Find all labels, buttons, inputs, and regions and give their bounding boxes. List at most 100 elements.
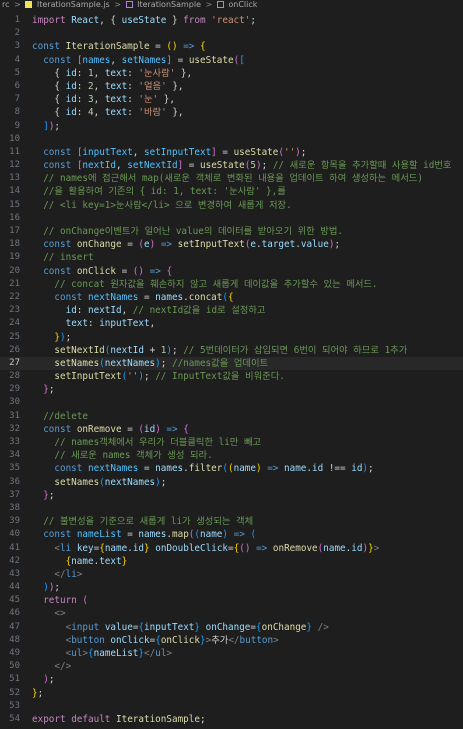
code-line[interactable]: 28 setInputText(''); // InputText값을 비워준다…	[0, 370, 463, 383]
code-line[interactable]: 32 const onRemove = (id) => {	[0, 423, 463, 436]
code-line[interactable]: 53	[0, 700, 463, 713]
code-line[interactable]: 22 const nextNames = names.concat({	[0, 291, 463, 304]
breadcrumb-method[interactable]: onClick	[228, 0, 257, 9]
code-text: <li key={name.id} onDoubleClick={() => o…	[32, 542, 379, 555]
code-line[interactable]: 12 const [nextId, setNextId] = useState(…	[0, 159, 463, 172]
code-line[interactable]: 14 //을 활용하여 기존의 { id: 1, text: '눈사람' },를	[0, 185, 463, 198]
code-line[interactable]: 3 const IterationSample = () => {	[0, 40, 463, 53]
code-line[interactable]: 52};	[0, 687, 463, 700]
code-line[interactable]: 38	[0, 502, 463, 515]
code-line[interactable]: 1 import React, { useState } from 'react'…	[0, 14, 463, 27]
breadcrumb-folder[interactable]: rc	[2, 0, 10, 9]
code-line[interactable]: 21 // concat 원자값을 훼손하지 않고 새롭게 데이값을 추가할수 …	[0, 278, 463, 291]
code-token: // onChange이벤트가 일어난 value의 데이터를 받아오기 위한 …	[43, 226, 344, 237]
code-text: <>	[32, 607, 65, 620]
code-line[interactable]: 26 setNextId(nextId + 1); // 5번데이터가 삽입되면…	[0, 344, 463, 357]
code-line[interactable]: 50 </>	[0, 660, 463, 673]
code-line[interactable]: 35 const nextNames = names.filter((name)…	[0, 462, 463, 475]
code-line[interactable]: 2	[0, 27, 463, 40]
code-line[interactable]: 25 });	[0, 331, 463, 344]
code-line[interactable]: 46 <>	[0, 607, 463, 620]
code-line[interactable]: 15 // <li key=1>눈사람</li> 으로 변경하여 새롭게 저장.	[0, 199, 463, 212]
code-line[interactable]: 19 // insert	[0, 251, 463, 264]
code-line[interactable]: 41 <li key={name.id} onDoubleClick={() =…	[0, 542, 463, 555]
code-token: {	[32, 107, 66, 119]
code-token: =>	[166, 423, 178, 435]
code-line[interactable]: 44 ));	[0, 581, 463, 594]
code-line[interactable]: 36 setNames(nextNames);	[0, 476, 463, 489]
code-line[interactable]: 24 text: inputText,	[0, 317, 463, 330]
code-line[interactable]: 39 // 불변성을 기준으로 새롭게 li가 생성되는 객체	[0, 515, 463, 528]
code-token: {	[227, 291, 234, 303]
code-text: });	[32, 331, 71, 344]
code-token: :	[127, 94, 139, 106]
breadcrumb-symbol[interactable]: IterationSample	[137, 0, 201, 9]
symbol-function-icon	[125, 1, 133, 8]
code-line[interactable]: 47 <input value={inputText} onChange={on…	[0, 621, 463, 634]
code-line[interactable]: 20 const onClick = () => {	[0, 265, 463, 278]
code-token: },	[166, 80, 184, 92]
code-line[interactable]: 31 //delete	[0, 410, 463, 423]
code-token: nextNames	[88, 463, 139, 475]
code-line[interactable]: 5 { id: 1, text: '눈사람' },	[0, 67, 463, 80]
code-line[interactable]: 37 };	[0, 489, 463, 502]
code-line[interactable]: 42 {name.text}	[0, 555, 463, 568]
code-token: onChange	[261, 621, 307, 633]
code-text: // 불변성을 기준으로 새롭게 li가 생성되는 객체	[32, 515, 253, 528]
code-line[interactable]: 4 const [names, setNames] = useState([	[0, 54, 463, 67]
code-line[interactable]: 9 ]);	[0, 120, 463, 133]
code-line[interactable]: 54 export default IterationSample;	[0, 713, 463, 726]
code-token: </	[54, 568, 66, 580]
code-line[interactable]: 48 <button onClick={onClick}>추가</button>	[0, 634, 463, 647]
code-token: nextId	[88, 305, 122, 317]
code-line[interactable]: 43 </li>	[0, 568, 463, 581]
code-line[interactable]: 17 // onChange이벤트가 일어난 value의 데이터를 받아오기 …	[0, 225, 463, 238]
code-line[interactable]: 23 id: nextId, // nextId값을 id로 설정하고	[0, 304, 463, 317]
code-text: // concat 원자값을 훼손하지 않고 새롭게 데이값을 추가할수 있는 …	[32, 278, 377, 291]
code-line[interactable]: 10	[0, 133, 463, 146]
code-text: //delete	[32, 410, 88, 423]
code-line[interactable]: 8 { id: 4, text: '바람' },	[0, 106, 463, 119]
code-line[interactable]: 33 // names객체에서 우리가 더블클릭한 li만 빼고	[0, 436, 463, 449]
breadcrumb-file[interactable]: IterationSample.js	[37, 0, 110, 9]
code-line[interactable]: 7 { id: 3, text: '눈' },	[0, 93, 463, 106]
code-line[interactable]: 11 const [inputText, setInputText] = use…	[0, 146, 463, 159]
code-line[interactable]: 6 { id: 2, text: '얼음' },	[0, 80, 463, 93]
code-token: nextId	[110, 344, 144, 356]
code-line[interactable]: 51 );	[0, 673, 463, 686]
code-line[interactable]: 16	[0, 212, 463, 225]
code-text: { id: 3, text: '눈' },	[32, 93, 175, 106]
code-line[interactable]: 27 setNames(nextNames); //names값을 업데이트	[0, 356, 463, 371]
line-number: 47	[9, 621, 20, 632]
code-text: <button onClick={onClick}>추가</button>	[32, 634, 279, 647]
code-line[interactable]: 18 const onChange = (e) => setInputText(…	[0, 238, 463, 251]
code-token: ,	[121, 305, 133, 317]
code-editor[interactable]: 1 import React, { useState } from 'react'…	[0, 10, 463, 726]
line-number: 44	[9, 582, 20, 593]
code-text: export default IterationSample;	[32, 713, 206, 726]
code-line[interactable]: 40 const nameList = names.map((name) => …	[0, 528, 463, 541]
code-token: >	[166, 648, 173, 659]
line-number: 52	[9, 687, 20, 698]
code-text: </li>	[32, 568, 82, 581]
code-token: id	[65, 305, 77, 317]
code-token: </	[144, 648, 156, 659]
code-token: key	[76, 542, 94, 554]
code-line[interactable]: 13 // names에 접근해서 map(새로운 객체로 변화된 내용을 업데…	[0, 172, 463, 185]
code-line[interactable]: 29 };	[0, 383, 463, 396]
code-line[interactable]: 49 <ul>{nameList}</ul>	[0, 647, 463, 660]
code-line[interactable]: 30	[0, 396, 463, 409]
code-token: inputText	[144, 621, 195, 633]
code-line[interactable]: 45 return (	[0, 594, 463, 607]
code-token: useState	[188, 54, 234, 66]
code-line[interactable]: 34 // 새로운 names 객체가 생성 되라.	[0, 449, 463, 462]
code-token: text	[99, 555, 122, 567]
